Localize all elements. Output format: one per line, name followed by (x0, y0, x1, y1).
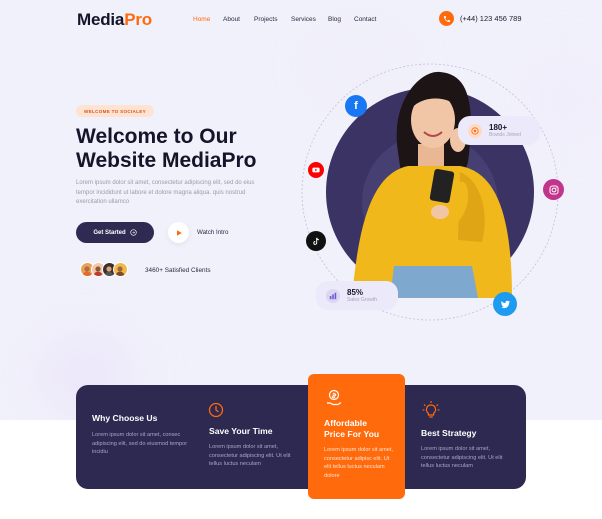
watch-intro-link[interactable]: Watch Intro (197, 229, 228, 236)
tiktok-icon[interactable] (306, 231, 326, 251)
brands-joined-card: 180+ Brands Joined (458, 116, 540, 145)
client-avatars (80, 262, 128, 277)
instagram-icon[interactable] (543, 179, 564, 200)
get-started-label: Get Started (93, 229, 126, 236)
feature-description: Lorem ipsum dolor sit amet, consec adipi… (92, 432, 188, 455)
brand-logo[interactable]: MediaPro (77, 10, 152, 30)
nav-home[interactable]: Home (193, 16, 210, 23)
money-hand-icon (327, 389, 342, 406)
feature-title: Save Your Time (209, 426, 273, 436)
avatar (113, 262, 128, 277)
logo-accent-text: Pro (124, 10, 152, 29)
sales-growth-card: 85% Sales Growth (316, 281, 398, 310)
facebook-icon[interactable]: f (345, 95, 367, 117)
feature-title-highlighted: Affordable Price For You (324, 418, 379, 440)
phone-icon (439, 11, 454, 26)
feature-title: Why Choose Us (92, 413, 158, 423)
play-button[interactable] (168, 222, 189, 243)
brands-value: 180+ (489, 122, 508, 132)
nav-blog[interactable]: Blog (328, 16, 341, 23)
hero-description: Lorem ipsum dolor sit amet, consectetur … (76, 180, 255, 205)
feature-title: Best Strategy (421, 428, 477, 438)
feature-title-line2: Price For You (324, 429, 380, 439)
phone-contact[interactable]: (+44) 123 456 789 (439, 11, 522, 26)
nav-about[interactable]: About (223, 16, 240, 23)
twitter-icon[interactable] (493, 292, 517, 316)
logo-text: Media (77, 10, 125, 29)
hero-title-line1: Welcome to Our (76, 125, 237, 148)
satisfied-clients-text: 3460+ Satisfied Clients (145, 267, 211, 274)
sales-value: 85% (347, 287, 364, 297)
clock-icon (208, 402, 224, 418)
feature-description: Lorem ipsum dolor sit amet, consectetur … (324, 447, 394, 479)
youtube-icon[interactable] (308, 162, 324, 178)
sales-label: Sales Growth (347, 296, 378, 303)
chart-icon (326, 288, 340, 303)
welcome-badge: WELCOME TO SOCIALEY (76, 105, 154, 117)
brands-label: Brands Joined (489, 131, 521, 138)
feature-description: Lorem ipsum dolor sit amet, consectetur … (421, 446, 503, 469)
hero-title-line2: Website MediaPro (76, 149, 257, 172)
nav-contact[interactable]: Contact (354, 16, 376, 23)
feature-description: Lorem ipsum dolor sit amet, consectetur … (209, 444, 291, 467)
lightbulb-icon (422, 401, 440, 418)
play-icon (176, 229, 182, 236)
phone-number: (+44) 123 456 789 (460, 14, 522, 23)
hero-title: Welcome to Our Website MediaPro (76, 125, 306, 173)
get-started-button[interactable]: Get Started (76, 222, 154, 243)
target-icon (468, 123, 482, 138)
feature-title-line1: Affordable (324, 418, 367, 428)
nav-projects[interactable]: Projects (254, 16, 277, 23)
nav-services[interactable]: Services (291, 16, 316, 23)
arrow-circle-icon (130, 229, 137, 236)
